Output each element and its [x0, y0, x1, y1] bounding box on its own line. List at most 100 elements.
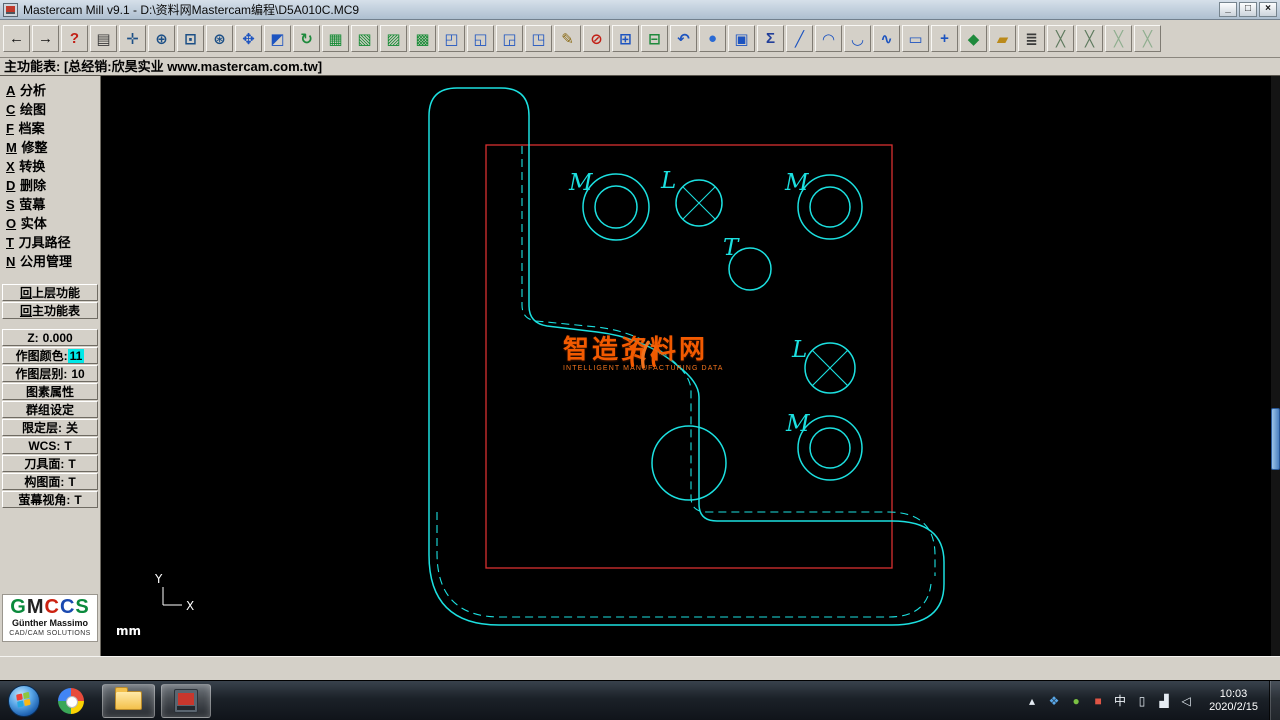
viewport-icon[interactable]: ▣ [728, 25, 755, 52]
cplane-button[interactable]: 构图面: T [2, 473, 98, 490]
analyze-icon[interactable]: ✛ [119, 25, 146, 52]
app-blue-icon[interactable]: ❖ [1046, 694, 1062, 708]
clock-time: 10:03 [1219, 687, 1248, 700]
rect-icon[interactable]: ▭ [902, 25, 929, 52]
maximize-button[interactable]: □ [1239, 2, 1257, 17]
mastercam-icon [174, 688, 198, 713]
tray-expand-icon[interactable]: ▴ [1024, 694, 1040, 708]
volume-icon[interactable]: ◁ [1178, 694, 1194, 708]
gview-button[interactable]: 萤幕视角: T [2, 491, 98, 508]
undo-icon[interactable]: ↶ [670, 25, 697, 52]
z-depth-button[interactable]: Z: 0.000 [2, 329, 98, 346]
gmccs-line2: CAD/CAM SOLUTIONS [9, 630, 91, 637]
cplane-iso-icon[interactable]: ◳ [525, 25, 552, 52]
browser-icon [58, 687, 84, 714]
forward-icon[interactable]: → [32, 25, 59, 52]
point-icon[interactable]: + [931, 25, 958, 52]
vertical-scrollbar[interactable] [1271, 76, 1280, 656]
sketch-icon[interactable]: ✎ [554, 25, 581, 52]
surface-icon[interactable]: ◆ [960, 25, 987, 52]
draw-color-button[interactable]: 作图颜色: 11 [2, 347, 98, 364]
cad-viewport[interactable]: M L M T L M Y Xmm 智造资料网 INTELLIGENT MANUFACTURI… [101, 76, 1280, 656]
curve-icon[interactable]: ◡ [844, 25, 871, 52]
app-green-icon[interactable]: ● [1068, 694, 1084, 708]
zoom-scale-icon[interactable]: ⊛ [206, 25, 233, 52]
menu-item-T[interactable]: T 刀具路径 [0, 233, 100, 252]
menu-item-O[interactable]: O 实体 [0, 214, 100, 233]
main-menu-button[interactable]: 回主功能表 [2, 302, 98, 319]
gview-iso-icon[interactable]: ▩ [409, 25, 436, 52]
menu-item-A[interactable]: A 分析 [0, 81, 100, 100]
network-icon[interactable]: ▟ [1156, 694, 1172, 708]
cplane-front-icon[interactable]: ◱ [467, 25, 494, 52]
pan-icon[interactable]: ✥ [235, 25, 262, 52]
menu-item-N[interactable]: N 公用管理 [0, 252, 100, 271]
hole-1-inner[interactable] [594, 185, 638, 229]
back-icon[interactable]: ← [3, 25, 30, 52]
trim-2-icon[interactable]: ╳ [1076, 25, 1103, 52]
surface-tools-icon[interactable]: ▰ [989, 25, 1016, 52]
mask-level-button[interactable]: 限定层: 关 [2, 419, 98, 436]
app-red-icon[interactable]: ■ [1090, 694, 1106, 708]
zoom-icon[interactable]: ⊕ [148, 25, 175, 52]
taskbar-clock[interactable]: 10:03 2020/2/15 [1209, 688, 1258, 714]
line-icon[interactable]: ╱ [786, 25, 813, 52]
show-desktop-button[interactable] [1269, 680, 1280, 720]
arc-icon[interactable]: ◠ [815, 25, 842, 52]
divide-icon[interactable]: ╳ [1105, 25, 1132, 52]
fit-screen-icon[interactable]: ◩ [264, 25, 291, 52]
gview-front-icon[interactable]: ▧ [351, 25, 378, 52]
browser-taskbar-button[interactable] [46, 684, 96, 718]
back-level-button[interactable]: 回上层功能 [2, 284, 98, 301]
hole-3-inner[interactable] [809, 186, 851, 228]
trim-icon[interactable]: ╳ [1047, 25, 1074, 52]
draw-level-button[interactable]: 作图层别: 10 [2, 365, 98, 382]
menu-item-C[interactable]: C 绘图 [0, 100, 100, 119]
hole-1[interactable] [582, 173, 650, 241]
scrollbar-thumb[interactable] [1271, 408, 1280, 470]
taskbar: ▴ ❖ ● ■ 中 ▯ ▟ ◁ 10:03 2020/2/15 [0, 680, 1280, 720]
cplane-side-icon[interactable]: ◲ [496, 25, 523, 52]
mastercam-taskbar-button[interactable] [161, 683, 211, 718]
hole-7[interactable] [651, 425, 727, 501]
hole-label-M-1: M [568, 170, 594, 196]
menu-item-F[interactable]: F 档案 [0, 119, 100, 138]
tool-plane-button[interactable]: 刀具面: T [2, 455, 98, 472]
help-icon[interactable]: ? [61, 25, 88, 52]
extend-icon[interactable]: ╳ [1134, 25, 1161, 52]
shade-icon[interactable]: ● [699, 25, 726, 52]
repaint-icon[interactable]: ↻ [293, 25, 320, 52]
spline-icon[interactable]: ∿ [873, 25, 900, 52]
start-button[interactable] [8, 684, 40, 717]
app-icon [3, 2, 18, 17]
move-window-icon[interactable]: ⊟ [641, 25, 668, 52]
explorer-taskbar-button[interactable] [102, 683, 155, 718]
job-notes-icon[interactable]: ▤ [90, 25, 117, 52]
delete-icon[interactable]: ⊘ [583, 25, 610, 52]
battery-icon[interactable]: ▯ [1134, 694, 1150, 708]
wcs-button[interactable]: WCS: T [2, 437, 98, 454]
menu-item-X[interactable]: X 转换 [0, 157, 100, 176]
cplane-top-icon[interactable]: ◰ [438, 25, 465, 52]
copy-window-icon[interactable]: ⊞ [612, 25, 639, 52]
toolpath-dashed-2[interactable] [436, 512, 932, 618]
levels-icon[interactable]: ≣ [1018, 25, 1045, 52]
hole-6-inner[interactable] [809, 427, 851, 469]
gview-top-icon[interactable]: ▦ [322, 25, 349, 52]
gview-side-icon[interactable]: ▨ [380, 25, 407, 52]
group-button[interactable]: 群组设定 [2, 401, 98, 418]
menu-item-D[interactable]: D 删除 [0, 176, 100, 195]
axis-x-label: X [186, 599, 194, 613]
ime-icon[interactable]: 中 [1112, 692, 1128, 709]
close-button[interactable]: × [1259, 2, 1277, 17]
menu-item-M[interactable]: M 修整 [0, 138, 100, 157]
attributes-button[interactable]: 图素属性 [2, 383, 98, 400]
zoom-window-icon[interactable]: ⊡ [177, 25, 204, 52]
hole-label-M-6: M [785, 411, 811, 437]
folder-icon [115, 687, 142, 710]
prompt-bar: 主功能表: [总经销:欣昊实业 www.mastercam.com.tw] [0, 58, 1280, 76]
minimize-button[interactable]: _ [1219, 2, 1237, 17]
chook-sigma-icon[interactable]: Σ [757, 25, 784, 52]
menu-item-S[interactable]: S 萤幕 [0, 195, 100, 214]
